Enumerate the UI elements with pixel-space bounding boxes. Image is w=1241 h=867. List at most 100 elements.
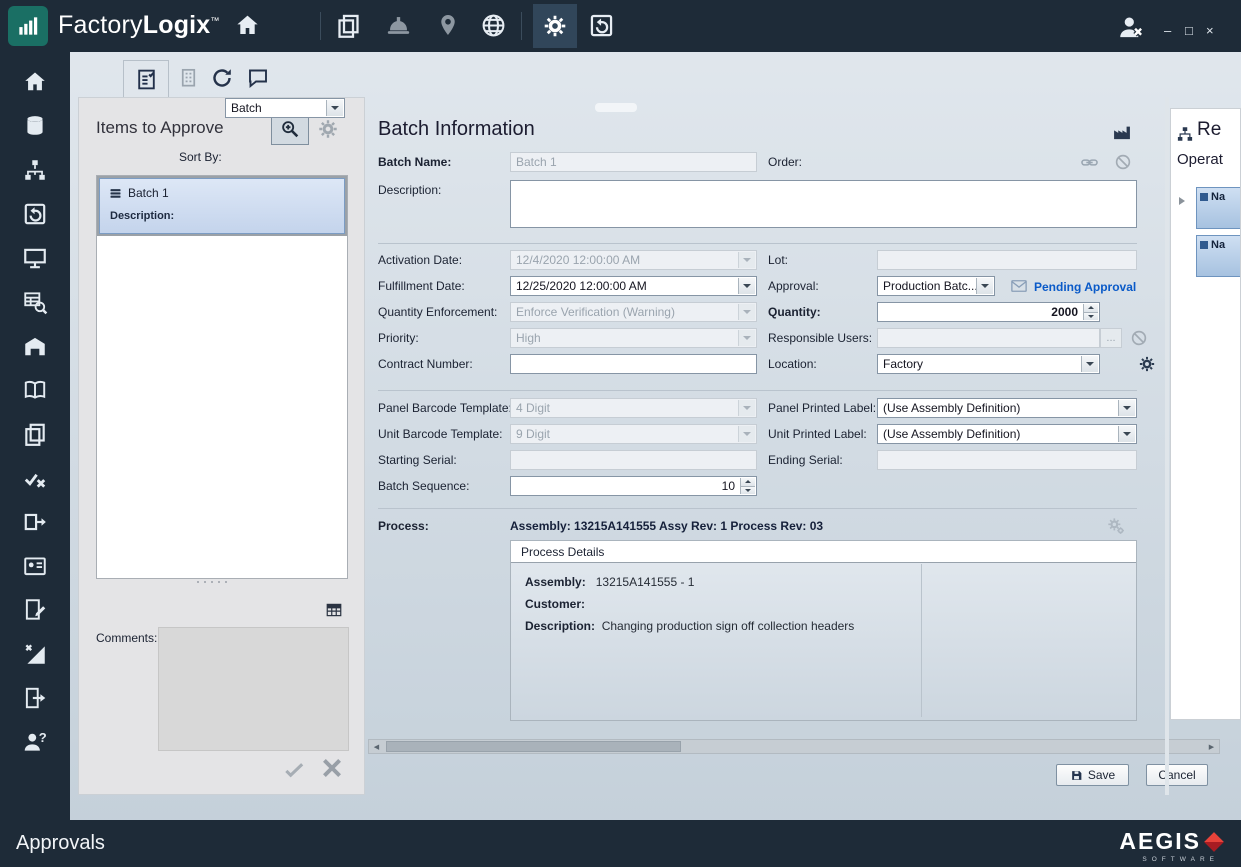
comments-input[interactable] bbox=[158, 627, 349, 751]
settings-tab-selected[interactable] bbox=[533, 4, 577, 48]
contract-number-input[interactable] bbox=[510, 354, 757, 374]
globe-icon[interactable] bbox=[480, 12, 507, 39]
approval-items-list: Batch 1 Description: bbox=[96, 175, 348, 579]
edit-document-icon[interactable] bbox=[20, 596, 50, 623]
expander-icon[interactable] bbox=[1179, 197, 1185, 205]
database-icon[interactable] bbox=[20, 112, 50, 139]
drag-handle[interactable] bbox=[595, 103, 637, 112]
cancel-button[interactable]: Cancel bbox=[1146, 764, 1208, 786]
scrollbar-thumb[interactable] bbox=[386, 741, 681, 752]
fulfillment-date-picker[interactable]: 12/25/2020 12:00:00 AM bbox=[510, 276, 757, 296]
table-view-icon[interactable] bbox=[325, 601, 343, 619]
cancel-button-label: Cancel bbox=[1158, 768, 1195, 782]
description-input[interactable] bbox=[510, 180, 1137, 228]
lot-label: Lot: bbox=[768, 253, 788, 267]
save-floppy-icon bbox=[1070, 769, 1083, 782]
unit-printed-label-label: Unit Printed Label: bbox=[768, 427, 867, 441]
tab-sync[interactable] bbox=[210, 66, 234, 90]
tab-building[interactable] bbox=[177, 66, 200, 89]
starting-serial-input bbox=[510, 450, 757, 470]
location-select[interactable]: Factory bbox=[877, 354, 1100, 374]
email-notification-icon[interactable] bbox=[1010, 277, 1028, 295]
panel-printed-label-select[interactable]: (Use Assembly Definition) bbox=[877, 398, 1137, 418]
operation-list-item[interactable]: Na bbox=[1196, 235, 1241, 277]
clear-order-icon[interactable] bbox=[1114, 153, 1132, 171]
tab-comments[interactable] bbox=[246, 66, 270, 90]
process-details-tab[interactable]: Process Details bbox=[511, 541, 1136, 563]
order-label: Order: bbox=[768, 155, 802, 169]
badge-icon[interactable] bbox=[20, 552, 50, 579]
home-icon[interactable] bbox=[20, 68, 50, 95]
scroll-left-icon[interactable]: ◀ bbox=[369, 740, 384, 753]
approve-button[interactable] bbox=[283, 758, 306, 781]
pending-approval-link[interactable]: Pending Approval bbox=[1034, 280, 1136, 294]
table-search-icon[interactable] bbox=[20, 288, 50, 315]
revision-icon[interactable] bbox=[20, 200, 50, 227]
maximize-button[interactable]: □ bbox=[1185, 24, 1193, 37]
priority-label: Priority: bbox=[378, 331, 419, 345]
process-details-box: Process Details Assembly: 13215A141555 -… bbox=[510, 540, 1137, 721]
factory-icon[interactable] bbox=[1112, 122, 1132, 142]
view-settings-icon[interactable] bbox=[317, 118, 339, 140]
app-window: FactoryLogix™ – □ × bbox=[0, 0, 1241, 867]
batch-name-label: Batch Name: bbox=[378, 155, 451, 169]
approval-select[interactable]: Production Batc... bbox=[877, 276, 995, 296]
hardhat-icon[interactable] bbox=[385, 12, 412, 39]
dropdown-arrow-icon bbox=[738, 330, 755, 346]
clear-users-icon[interactable] bbox=[1130, 329, 1148, 347]
book-icon[interactable] bbox=[20, 376, 50, 403]
list-item-batch[interactable]: Batch 1 Description: bbox=[99, 178, 345, 234]
comments-label: Comments: bbox=[96, 631, 157, 645]
unit-printed-label-select[interactable]: (Use Assembly Definition) bbox=[877, 424, 1137, 444]
user-question-icon[interactable]: ? bbox=[20, 728, 50, 755]
aegis-logo-text: AEGIS bbox=[1119, 828, 1201, 855]
tab-form[interactable] bbox=[123, 60, 169, 97]
copy-pages-icon[interactable] bbox=[20, 420, 50, 447]
assembly-tree-icon[interactable] bbox=[20, 156, 50, 183]
operation-list-item[interactable]: Na bbox=[1196, 187, 1241, 229]
approvals-icon[interactable] bbox=[20, 464, 50, 491]
user-logout-icon[interactable] bbox=[1116, 13, 1145, 42]
approval-value: Production Batc... bbox=[883, 279, 978, 293]
quantity-value: 2000 bbox=[1051, 305, 1078, 319]
link-order-icon[interactable] bbox=[1080, 153, 1099, 172]
home-icon[interactable] bbox=[234, 12, 261, 39]
warehouse-icon[interactable] bbox=[20, 332, 50, 359]
batch-name-input: Batch 1 bbox=[510, 152, 757, 172]
spinner-arrows-icon[interactable] bbox=[1083, 304, 1098, 320]
measure-ruler-icon[interactable] bbox=[20, 640, 50, 667]
dropdown-arrow-icon bbox=[976, 278, 993, 294]
location-pin-icon[interactable] bbox=[435, 12, 461, 38]
minimize-button[interactable]: – bbox=[1164, 24, 1171, 37]
location-settings-gear-icon[interactable] bbox=[1138, 355, 1156, 373]
export-icon[interactable] bbox=[20, 508, 50, 535]
ending-serial-label: Ending Serial: bbox=[768, 453, 843, 467]
sort-by-value: Batch bbox=[231, 101, 262, 115]
quantity-stepper[interactable]: 2000 bbox=[877, 302, 1100, 322]
reject-button[interactable] bbox=[319, 755, 345, 781]
panel-splitter[interactable] bbox=[1165, 97, 1169, 795]
process-options-gears-icon[interactable] bbox=[1106, 516, 1126, 536]
operations-icon bbox=[1176, 125, 1194, 143]
spinner-arrows-icon[interactable] bbox=[740, 478, 755, 494]
document-arrow-icon[interactable] bbox=[20, 684, 50, 711]
panel-splitter[interactable] bbox=[197, 581, 225, 584]
svg-text:?: ? bbox=[39, 730, 47, 745]
brand-tm: ™ bbox=[210, 16, 219, 26]
history-icon[interactable] bbox=[588, 12, 615, 39]
scroll-right-icon[interactable]: ▶ bbox=[1204, 740, 1219, 753]
contract-number-value[interactable] bbox=[516, 357, 751, 371]
quantity-enforcement-label: Quantity Enforcement: bbox=[378, 305, 497, 319]
priority-select: High bbox=[510, 328, 757, 348]
horizontal-scrollbar[interactable]: ◀ ▶ bbox=[368, 739, 1220, 754]
batch-sequence-stepper[interactable]: 10 bbox=[510, 476, 757, 496]
documents-icon[interactable] bbox=[335, 12, 362, 39]
monitor-icon[interactable] bbox=[20, 244, 50, 271]
panel-barcode-template-value: 4 Digit bbox=[516, 401, 550, 415]
gear-icon bbox=[542, 13, 568, 39]
close-button[interactable]: × bbox=[1206, 24, 1214, 37]
sort-by-select[interactable]: Batch bbox=[225, 98, 345, 118]
save-button[interactable]: Save bbox=[1056, 764, 1129, 786]
approval-label: Approval: bbox=[768, 279, 819, 293]
panel-barcode-template-select: 4 Digit bbox=[510, 398, 757, 418]
